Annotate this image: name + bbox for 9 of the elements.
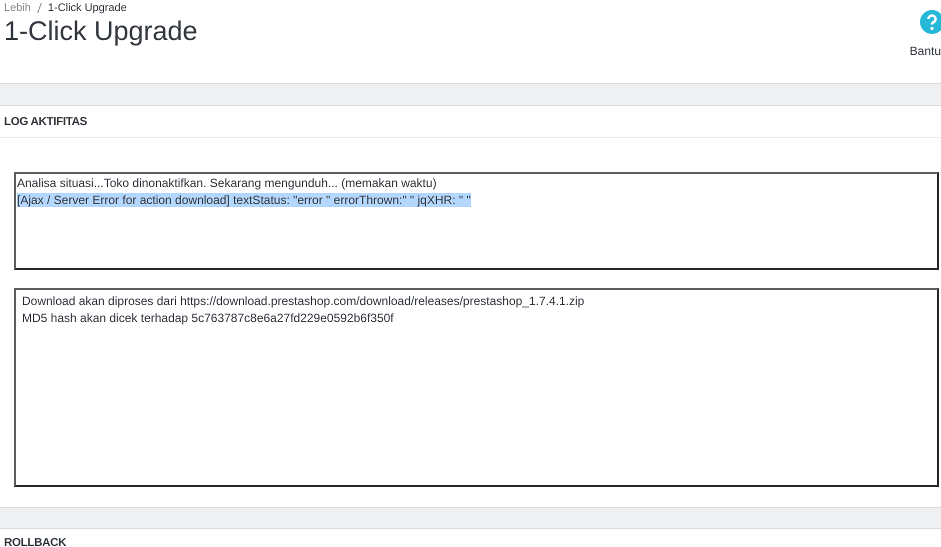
help-button[interactable]: Bantu [910, 0, 941, 83]
log-line: MD5 hash akan dicek terhadap 5c763787c8e6a27fd229e0592b6f350f [22, 311, 394, 325]
panel-heading: LOG AKTIFITAS [4, 116, 87, 128]
log-line: Analisa situasi...Toko dinonaktifkan. Sekarang mengunduh... (memakan waktu) [17, 176, 437, 190]
breadcrumb-separator-icon [37, 2, 42, 12]
log-line: Download akan diproses dari https://download.prestashop.com/download/releases/prestashop_1.7.4.1.zip [22, 294, 584, 308]
page-title: 1-Click Upgrade [4, 15, 198, 48]
breadcrumb-item: 1-Click Upgrade [48, 2, 127, 14]
panel-heading: ROLLBACK [4, 537, 66, 547]
